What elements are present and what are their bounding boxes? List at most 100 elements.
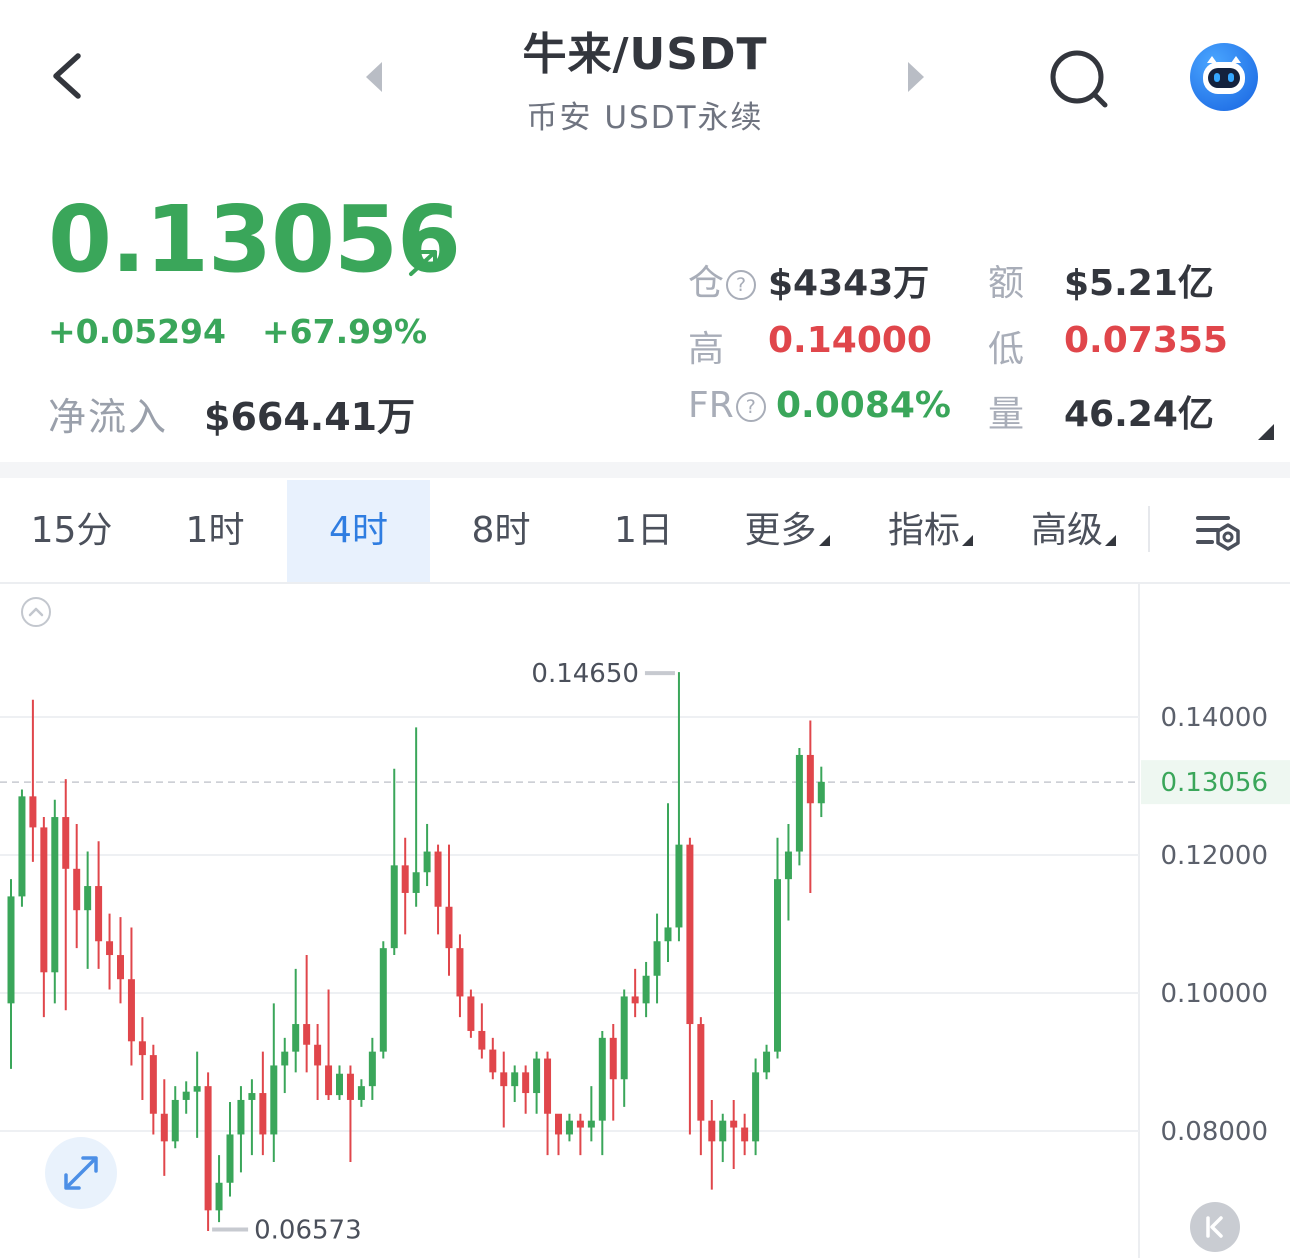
volume-label: 量 xyxy=(988,394,1025,435)
interval-tabs: 15分 1时 4时 8时 1日 更多 指标 高级 xyxy=(0,480,1290,584)
candle-body xyxy=(95,886,103,942)
candle-body xyxy=(445,906,453,949)
prev-pair-icon[interactable] xyxy=(360,58,390,96)
candle-body xyxy=(620,996,628,1080)
tab-label: 1时 xyxy=(185,510,245,551)
help-icon[interactable]: ? xyxy=(726,270,757,300)
candlestick-chart[interactable]: 0.14000 0.12000 0.10000 0.08000 0.13056 0.146… xyxy=(0,583,1290,1258)
low-value: 0.07355 xyxy=(1064,320,1228,361)
tab-label: 1日 xyxy=(614,510,673,551)
candle-body xyxy=(631,996,639,1004)
candle-body xyxy=(467,996,475,1031)
tab-4h[interactable]: 4时 xyxy=(287,480,430,582)
volume-value: 46.24亿 xyxy=(1064,394,1214,435)
candle-body xyxy=(511,1072,519,1087)
y-tick-label: 0.08000 xyxy=(1160,1117,1268,1147)
candle-body xyxy=(325,1065,333,1096)
candle-body xyxy=(697,1024,705,1121)
candle-body xyxy=(73,868,81,911)
candle-body xyxy=(708,1120,716,1142)
candle-body xyxy=(795,754,803,852)
candle-body xyxy=(500,1072,508,1087)
candle-body xyxy=(686,844,694,1025)
candle-body xyxy=(555,1113,562,1135)
back-icon[interactable] xyxy=(44,48,94,104)
candle-body xyxy=(127,979,135,1042)
tab-label: 4时 xyxy=(329,510,388,551)
fullscreen-expand-button[interactable] xyxy=(45,1137,117,1209)
candle-body xyxy=(576,1120,584,1128)
help-icon[interactable]: ? xyxy=(735,392,766,422)
candle-body xyxy=(336,1073,343,1096)
y-tick-label: 0.14000 xyxy=(1160,703,1268,733)
next-pair-icon[interactable] xyxy=(900,58,930,96)
candle-body xyxy=(664,927,672,942)
candle-body xyxy=(642,975,650,1004)
tab-label: 高级 xyxy=(1030,510,1103,551)
dropdown-caret-icon xyxy=(1105,535,1116,546)
candle-body xyxy=(456,948,464,997)
candle-body xyxy=(522,1072,530,1094)
candle-body xyxy=(741,1127,749,1142)
high-label: 高 xyxy=(688,329,725,370)
candle-body xyxy=(138,1041,146,1056)
candle-body xyxy=(752,1072,760,1142)
tab-1h[interactable]: 1时 xyxy=(143,480,287,582)
turnover-label: 额 xyxy=(988,263,1025,304)
tab-label: 15分 xyxy=(30,510,113,551)
candle-body xyxy=(62,817,70,869)
candle-body xyxy=(149,1055,157,1114)
candle-body xyxy=(544,1058,552,1114)
candle-body xyxy=(390,865,398,949)
candle-body xyxy=(237,1099,245,1135)
tab-15m[interactable]: 15分 xyxy=(0,480,143,582)
candle-body xyxy=(489,1049,497,1073)
candle-body xyxy=(171,1099,179,1142)
last-price-axis-label: 0.13056 xyxy=(1160,768,1268,798)
candle-body xyxy=(314,1044,322,1066)
price-change: +0.05294 xyxy=(48,312,226,351)
expand-stats-icon[interactable] xyxy=(1258,424,1274,440)
search-icon[interactable] xyxy=(1046,46,1112,112)
candle-body xyxy=(806,754,814,804)
robot-assistant-icon[interactable] xyxy=(1190,43,1258,111)
dropdown-caret-icon xyxy=(818,535,830,546)
candle-body xyxy=(204,1086,212,1211)
tab-1d[interactable]: 1日 xyxy=(572,480,715,582)
candle-body xyxy=(784,851,792,880)
collapse-chevron-icon[interactable] xyxy=(20,596,52,628)
candle-body xyxy=(412,872,420,893)
tab-more[interactable]: 更多 xyxy=(715,480,859,582)
section-divider xyxy=(0,462,1290,478)
open-interest-value: $4343万 xyxy=(768,263,930,304)
candle-body xyxy=(215,1182,223,1211)
candle-body xyxy=(368,1051,376,1087)
candle-body xyxy=(182,1091,190,1100)
candle-body xyxy=(730,1120,738,1128)
high-value: 0.14000 xyxy=(768,320,932,361)
tab-label: 指标 xyxy=(887,510,960,551)
chart-settings-icon[interactable] xyxy=(1194,510,1244,556)
tab-indicators[interactable]: 指标 xyxy=(859,480,1002,582)
price-change-percent: +67.99% xyxy=(262,312,428,351)
scroll-to-latest-button[interactable] xyxy=(1190,1202,1240,1252)
tab-advanced[interactable]: 高级 xyxy=(1002,480,1145,582)
open-interest-label: 仓? xyxy=(688,254,757,306)
candle-body xyxy=(193,1086,201,1092)
tab-separator xyxy=(1148,506,1150,552)
candle-body xyxy=(7,896,15,1004)
candle-body xyxy=(478,1030,486,1050)
candle-body xyxy=(18,796,26,897)
trend-up-arrow-icon xyxy=(409,250,437,276)
candle-body xyxy=(40,827,48,973)
max-price-label: 0.14650 xyxy=(531,659,639,689)
tab-label: 更多 xyxy=(744,510,817,551)
candle-body xyxy=(533,1058,541,1094)
net-inflow-label: 净流入 xyxy=(48,395,169,439)
candle-body xyxy=(817,781,825,804)
tab-8h[interactable]: 8时 xyxy=(430,480,572,582)
dropdown-caret-icon xyxy=(962,535,973,546)
candle-body xyxy=(303,1024,311,1045)
expand-arrows-icon xyxy=(64,1156,98,1190)
open-interest-label-text: 仓 xyxy=(688,263,725,304)
